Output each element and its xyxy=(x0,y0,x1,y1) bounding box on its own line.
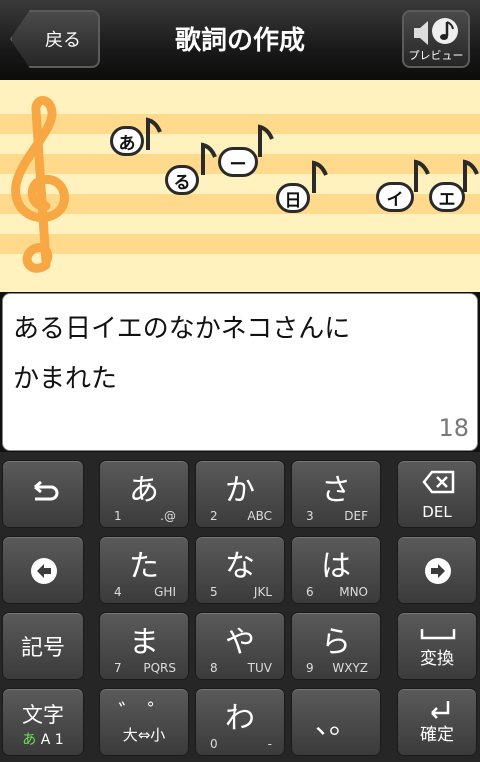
key-ka[interactable]: か 2 ABC xyxy=(195,460,285,528)
key-sub-left: 6 xyxy=(306,585,314,599)
key-sub-right: MNO xyxy=(339,585,368,599)
key-sub-left: 7 xyxy=(114,661,122,675)
mode-other: A 1 xyxy=(40,732,64,748)
key-sub-right: DEF xyxy=(344,509,368,523)
key-wa[interactable]: わ0 - xyxy=(195,688,285,756)
convert-key[interactable]: 変換 xyxy=(397,612,477,680)
back-button[interactable]: 戻る xyxy=(10,10,100,68)
key-sub-left: 9 xyxy=(306,661,314,675)
key-sub-left: 8 xyxy=(210,661,218,675)
symbol-key[interactable]: 記号 xyxy=(2,612,84,680)
key-sub-left: 5 xyxy=(210,585,218,599)
treble-clef-icon xyxy=(11,96,69,273)
key-sub-left: 1 xyxy=(114,509,122,523)
size-toggle-label: 大⇔小 xyxy=(122,726,166,744)
dakuten-label: ゛ ゜ xyxy=(118,701,170,726)
enter-label: 確定 xyxy=(420,725,454,745)
key-sub-right: - xyxy=(267,737,272,751)
arrow-left-icon xyxy=(31,558,57,584)
undo-key[interactable] xyxy=(2,460,84,528)
key-main: ら xyxy=(321,625,351,660)
key-sub-right: PQRS xyxy=(143,661,176,675)
key-sub-right: ABC xyxy=(247,509,272,523)
cursor-right-key[interactable] xyxy=(397,536,477,604)
enter-key[interactable]: 確定 xyxy=(397,688,477,756)
lyrics-line-1: ある日イエのなかネコさんに xyxy=(13,314,351,344)
music-staff: あ る ー 日 イ エ xyxy=(0,80,480,292)
cursor-left-key[interactable] xyxy=(2,536,84,604)
note-label: る xyxy=(165,165,199,195)
key-sub-left: 4 xyxy=(114,585,122,599)
convert-label: 変換 xyxy=(420,649,454,669)
char-count: 18 xyxy=(438,414,469,442)
mode-indicator: あ A 1 xyxy=(3,729,83,749)
back-label: 戻る xyxy=(45,30,81,51)
key-sub-right: JKL xyxy=(253,585,272,599)
page-title: 歌詞の作成 xyxy=(174,26,305,56)
key-main: さ xyxy=(321,473,351,508)
del-label: DEL xyxy=(422,503,452,521)
undo-icon xyxy=(34,481,59,501)
key-main: ま xyxy=(129,625,159,660)
lyrics-text: ある日イエのなかネコさんに かまれた xyxy=(13,304,468,404)
keyboard: あ 1 .@ か 2 ABC さ 3 DEF DEL た 4 GHI な 5 JKL は 6 MNO 記… xyxy=(0,452,480,762)
key-ra[interactable]: ら 9 WXYZ xyxy=(291,612,381,680)
key-ta[interactable]: た 4 GHI xyxy=(99,536,189,604)
key-main: た xyxy=(129,549,159,584)
key-sub-right: GHI xyxy=(154,585,176,599)
key-main: な xyxy=(225,549,255,584)
key-sub-right: WXYZ xyxy=(332,661,368,675)
note-label: ー xyxy=(218,147,258,177)
key-ya[interactable]: や 8 TUV xyxy=(195,612,285,680)
dakuten-key[interactable]: ゛ ゜ 大⇔小 xyxy=(99,688,189,756)
key-ha[interactable]: は 6 MNO xyxy=(291,536,381,604)
key-main: か xyxy=(225,473,255,508)
note-label: イ xyxy=(376,182,414,212)
punctuation-key[interactable]: 、。 xyxy=(291,688,381,756)
key-sa[interactable]: さ 3 DEF xyxy=(291,460,381,528)
header-bar: 戻る 歌詞の作成 プレビュー xyxy=(0,0,480,81)
punctuation-label: 、。 xyxy=(314,707,357,740)
lyrics-line-2: かまれた xyxy=(13,364,118,394)
arrow-right-icon xyxy=(425,558,451,584)
note-label: あ xyxy=(110,126,144,156)
lyrics-input[interactable]: ある日イエのなかネコさんに かまれた 18 xyxy=(2,293,478,451)
key-na[interactable]: な 5 JKL xyxy=(195,536,285,604)
key-main: や xyxy=(225,625,255,660)
mode-label: 文字 xyxy=(22,703,64,727)
key-sub-left: 0 xyxy=(210,737,218,751)
input-mode-key[interactable]: 文字 あ A 1 xyxy=(2,688,84,756)
delete-key[interactable]: DEL xyxy=(397,460,477,528)
preview-button[interactable]: プレビュー xyxy=(402,10,470,68)
key-a[interactable]: あ 1 .@ xyxy=(99,460,189,528)
key-sub-right: TUV xyxy=(247,661,272,675)
key-sub-left: 3 xyxy=(306,509,314,523)
space-icon xyxy=(420,629,456,640)
preview-label: プレビュー xyxy=(408,49,464,62)
key-main: あ xyxy=(129,473,159,508)
key-main: わ xyxy=(225,701,255,736)
key-main: は xyxy=(321,549,351,584)
key-sub-left: 2 xyxy=(210,509,218,523)
symbol-label: 記号 xyxy=(20,636,65,661)
note-label: エ xyxy=(429,182,465,212)
backspace-icon xyxy=(422,470,455,494)
mode-hiragana: あ xyxy=(22,732,37,748)
key-ma[interactable]: ま 7 PQRS xyxy=(99,612,189,680)
note-label: 日 xyxy=(276,183,310,213)
speaker-note-icon xyxy=(414,18,458,45)
key-sub-right: .@ xyxy=(160,509,176,523)
